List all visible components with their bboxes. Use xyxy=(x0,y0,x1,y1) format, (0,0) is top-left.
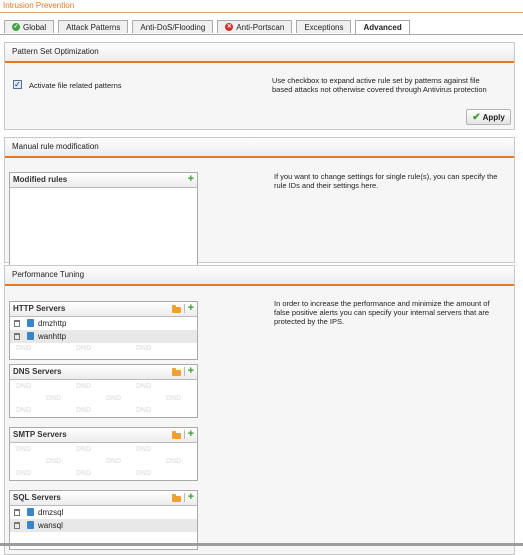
dnd-watermark: DND xyxy=(136,383,152,390)
dnd-watermark: DND xyxy=(166,458,182,465)
host-icon xyxy=(27,508,34,516)
folder-icon[interactable] xyxy=(171,430,181,439)
host-icon xyxy=(27,521,34,529)
panel-header: Performance Tuning xyxy=(5,266,514,286)
http-servers-box: HTTP Servers + dmzhttp wanhttp DND DND D… xyxy=(9,301,198,360)
checkbox-label: Activate file related patterns xyxy=(29,81,122,90)
apply-label: Apply xyxy=(482,112,505,122)
add-icon[interactable]: + xyxy=(188,492,194,503)
pattern-set-panel: Pattern Set Optimization ✓ Activate file… xyxy=(4,42,515,130)
smtp-servers-box: SMTP Servers + DND DND DND DND DND DND D… xyxy=(9,427,198,481)
panel-header: Manual rule modification xyxy=(5,138,514,158)
folder-icon[interactable] xyxy=(171,367,181,376)
add-icon[interactable]: + xyxy=(188,366,194,377)
dnd-watermark: DND xyxy=(16,383,32,390)
tab-attack-patterns[interactable]: Attack Patterns xyxy=(58,20,129,33)
drop-zone[interactable]: DND DND DND xyxy=(10,344,197,359)
dnd-watermark: DND xyxy=(136,407,152,414)
add-icon[interactable]: + xyxy=(188,174,194,185)
dnd-watermark: DND xyxy=(16,446,32,453)
dnd-watermark: DND xyxy=(106,458,122,465)
tab-bar: ✓ Global Attack Patterns Anti-DoS/Floodi… xyxy=(4,20,414,34)
dnd-watermark: DND xyxy=(46,458,62,465)
list-item-label: wansql xyxy=(38,521,63,530)
trash-icon[interactable] xyxy=(14,320,20,327)
list-item-label: wanhttp xyxy=(38,332,67,341)
tab-global[interactable]: ✓ Global xyxy=(4,20,55,33)
tab-label: Anti-DoS/Flooding xyxy=(140,22,206,32)
dnd-watermark: DND xyxy=(106,395,122,402)
panel-header: Pattern Set Optimization xyxy=(5,43,514,63)
activate-file-patterns-checkbox[interactable]: ✓ xyxy=(13,80,22,89)
tab-anti-dos-flooding[interactable]: Anti-DoS/Flooding xyxy=(132,20,214,33)
tab-label: Advanced xyxy=(363,23,402,32)
trash-icon[interactable] xyxy=(14,333,20,340)
modified-rules-box: Modified rules + xyxy=(9,172,198,276)
drop-zone[interactable]: DND DND DND DND DND DND DND DND DND xyxy=(10,443,197,480)
dnd-watermark: DND xyxy=(76,383,92,390)
list-item[interactable]: dmzsql xyxy=(10,506,197,519)
tab-anti-portscan[interactable]: ✕ Anti-Portscan xyxy=(217,20,293,33)
dnd-watermark: DND xyxy=(76,407,92,414)
folder-icon[interactable] xyxy=(171,304,181,313)
box-title: SMTP Servers xyxy=(13,430,67,439)
dnd-watermark: DND xyxy=(76,446,92,453)
tab-label: Anti-Portscan xyxy=(236,22,285,32)
red-x-icon: ✕ xyxy=(225,23,234,31)
host-icon xyxy=(27,332,34,340)
list-item[interactable]: dmzhttp xyxy=(10,317,197,330)
check-icon: ✔ xyxy=(472,111,481,123)
list-item[interactable]: wanhttp xyxy=(10,330,197,343)
performance-description: In order to increase the performance and… xyxy=(274,299,490,326)
manual-rule-panel: Manual rule modification Modified rules … xyxy=(4,137,515,276)
page-title: Intrusion Prevention xyxy=(3,1,75,10)
dns-servers-box: DNS Servers + DND DND DND DND DND DND DN… xyxy=(9,364,198,418)
add-icon[interactable]: + xyxy=(188,429,194,440)
sql-servers-box: SQL Servers + dmzsql wansql xyxy=(9,490,198,550)
pattern-set-description: Use checkbox to expand active rule set b… xyxy=(272,76,487,94)
tab-label: Global xyxy=(23,22,47,32)
tab-label: Exceptions xyxy=(304,22,344,32)
add-icon[interactable]: + xyxy=(188,303,194,314)
apply-button[interactable]: ✔ Apply xyxy=(466,109,511,125)
dnd-watermark: DND xyxy=(136,345,152,352)
green-check-icon: ✓ xyxy=(12,23,20,31)
tab-bar-divider xyxy=(0,34,523,35)
tab-label: Attack Patterns xyxy=(66,22,121,32)
dnd-watermark: DND xyxy=(136,470,152,477)
box-title: Modified rules xyxy=(13,175,68,184)
box-title: HTTP Servers xyxy=(13,304,66,313)
dnd-watermark: DND xyxy=(136,446,152,453)
performance-panel: Performance Tuning In order to increase … xyxy=(4,265,515,555)
box-title: DNS Servers xyxy=(13,367,62,376)
title-divider xyxy=(0,12,523,13)
list-item-label: dmzhttp xyxy=(38,319,67,328)
dnd-watermark: DND xyxy=(46,395,62,402)
list-item[interactable]: wansql xyxy=(10,519,197,532)
dnd-watermark: DND xyxy=(16,470,32,477)
dnd-watermark: DND xyxy=(16,345,32,352)
folder-icon[interactable] xyxy=(171,493,181,502)
dnd-watermark: DND xyxy=(76,470,92,477)
box-title: SQL Servers xyxy=(13,493,61,502)
drop-zone[interactable]: DND DND DND DND DND DND DND DND DND xyxy=(10,380,197,417)
dnd-watermark: DND xyxy=(166,395,182,402)
tab-advanced[interactable]: Advanced xyxy=(355,20,410,34)
list-item-label: dmzsql xyxy=(38,508,64,517)
host-icon xyxy=(27,319,34,327)
dnd-watermark: DND xyxy=(76,345,92,352)
trash-icon[interactable] xyxy=(14,509,20,516)
trash-icon[interactable] xyxy=(14,522,20,529)
tab-exceptions[interactable]: Exceptions xyxy=(296,20,352,33)
manual-description: If you want to change settings for singl… xyxy=(274,172,498,190)
dnd-watermark: DND xyxy=(16,407,32,414)
